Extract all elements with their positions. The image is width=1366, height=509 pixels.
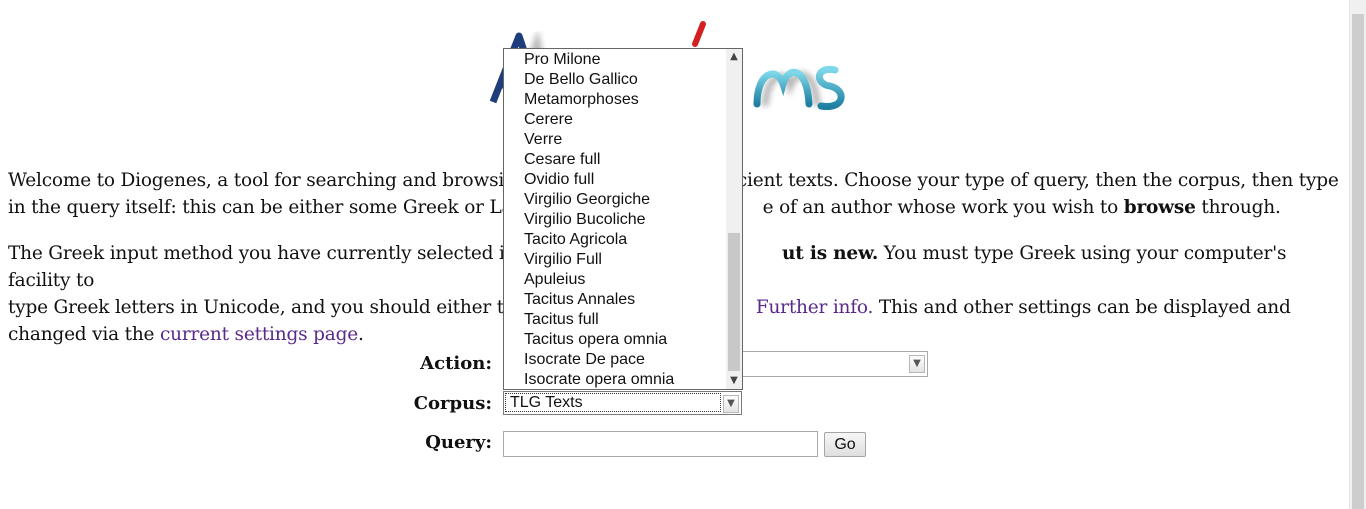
corpus-option[interactable]: Tacitus opera omnia — [504, 330, 728, 350]
intro-text: Welcome to Diogenes, a tool for searchin… — [8, 170, 516, 191]
chevron-down-icon[interactable]: ▼ — [909, 355, 925, 373]
corpus-option[interactable]: Cerere — [504, 110, 728, 130]
intro-text: e of an author whose work you wish to — [762, 197, 1124, 218]
corpus-option[interactable]: Ovidio full — [504, 170, 728, 190]
further-info-link[interactable]: Further info. — [756, 297, 874, 318]
page-scrollbar-thumb[interactable] — [1352, 14, 1364, 509]
dropdown-scrollbar-thumb[interactable] — [728, 233, 740, 371]
corpus-option[interactable]: Apuleius — [504, 270, 728, 290]
chevron-down-icon[interactable]: ▼ — [726, 373, 742, 389]
corpus-option[interactable]: Virgilio Georgiche — [504, 190, 728, 210]
corpus-option[interactable]: Tacitus full — [504, 310, 728, 330]
corpus-option[interactable]: Metamorphoses — [504, 90, 728, 110]
corpus-label: Corpus: — [413, 393, 492, 414]
go-button[interactable]: Go — [824, 432, 866, 457]
corpus-option[interactable]: Isocrate opera omnia — [504, 370, 728, 389]
query-label: Query: — [425, 432, 492, 453]
intro-text: through. — [1195, 197, 1281, 218]
action-select[interactable]: ▼ — [742, 351, 928, 377]
browse-emphasis: browse — [1123, 197, 1196, 218]
intro-text: in the query itself: this can be either … — [8, 197, 520, 218]
intro-text: changed via the — [8, 324, 160, 345]
corpus-option[interactable]: Virgilio Bucoliche — [504, 210, 728, 230]
corpus-select[interactable]: TLG Texts ▼ — [503, 391, 742, 415]
corpus-option[interactable]: Isocrate De pace — [504, 350, 728, 370]
corpus-options: Pro Milone De Bello Gallico Metamorphoses C… — [504, 50, 728, 389]
action-label: Action: — [420, 353, 492, 374]
corpus-option[interactable]: Tacito Agricola — [504, 230, 728, 250]
dropdown-scrollbar[interactable]: ▲ ▼ — [726, 49, 742, 389]
intro-text: This and other settings can be displayed… — [873, 297, 1291, 318]
chevron-down-icon[interactable]: ▼ — [723, 395, 739, 413]
corpus-option[interactable]: Tacitus Annales — [504, 290, 728, 310]
query-input[interactable] — [503, 431, 818, 457]
current-settings-link[interactable]: current settings page — [160, 324, 358, 345]
corpus-option[interactable]: De Bello Gallico — [504, 70, 728, 90]
corpus-value: TLG Texts — [505, 393, 721, 412]
intro-text: . — [357, 324, 364, 345]
intro-text: type Greek letters in Unicode, and you s… — [8, 297, 526, 318]
corpus-option[interactable]: Virgilio Full — [504, 250, 728, 270]
intro-text: The Greek input method you have currentl… — [8, 243, 521, 264]
page-scrollbar[interactable] — [1349, 0, 1366, 509]
corpus-dropdown-list[interactable]: Pro Milone De Bello Gallico Metamorphoses C… — [503, 48, 743, 390]
input-new-emphasis: ut is new. — [782, 243, 879, 264]
corpus-option[interactable]: Cesare full — [504, 150, 728, 170]
corpus-option[interactable]: Verre — [504, 130, 728, 150]
corpus-option[interactable]: Pro Milone — [504, 50, 728, 70]
chevron-up-icon[interactable]: ▲ — [726, 49, 742, 65]
intro-text: cient texts. Choose your type of query, … — [736, 170, 1339, 191]
